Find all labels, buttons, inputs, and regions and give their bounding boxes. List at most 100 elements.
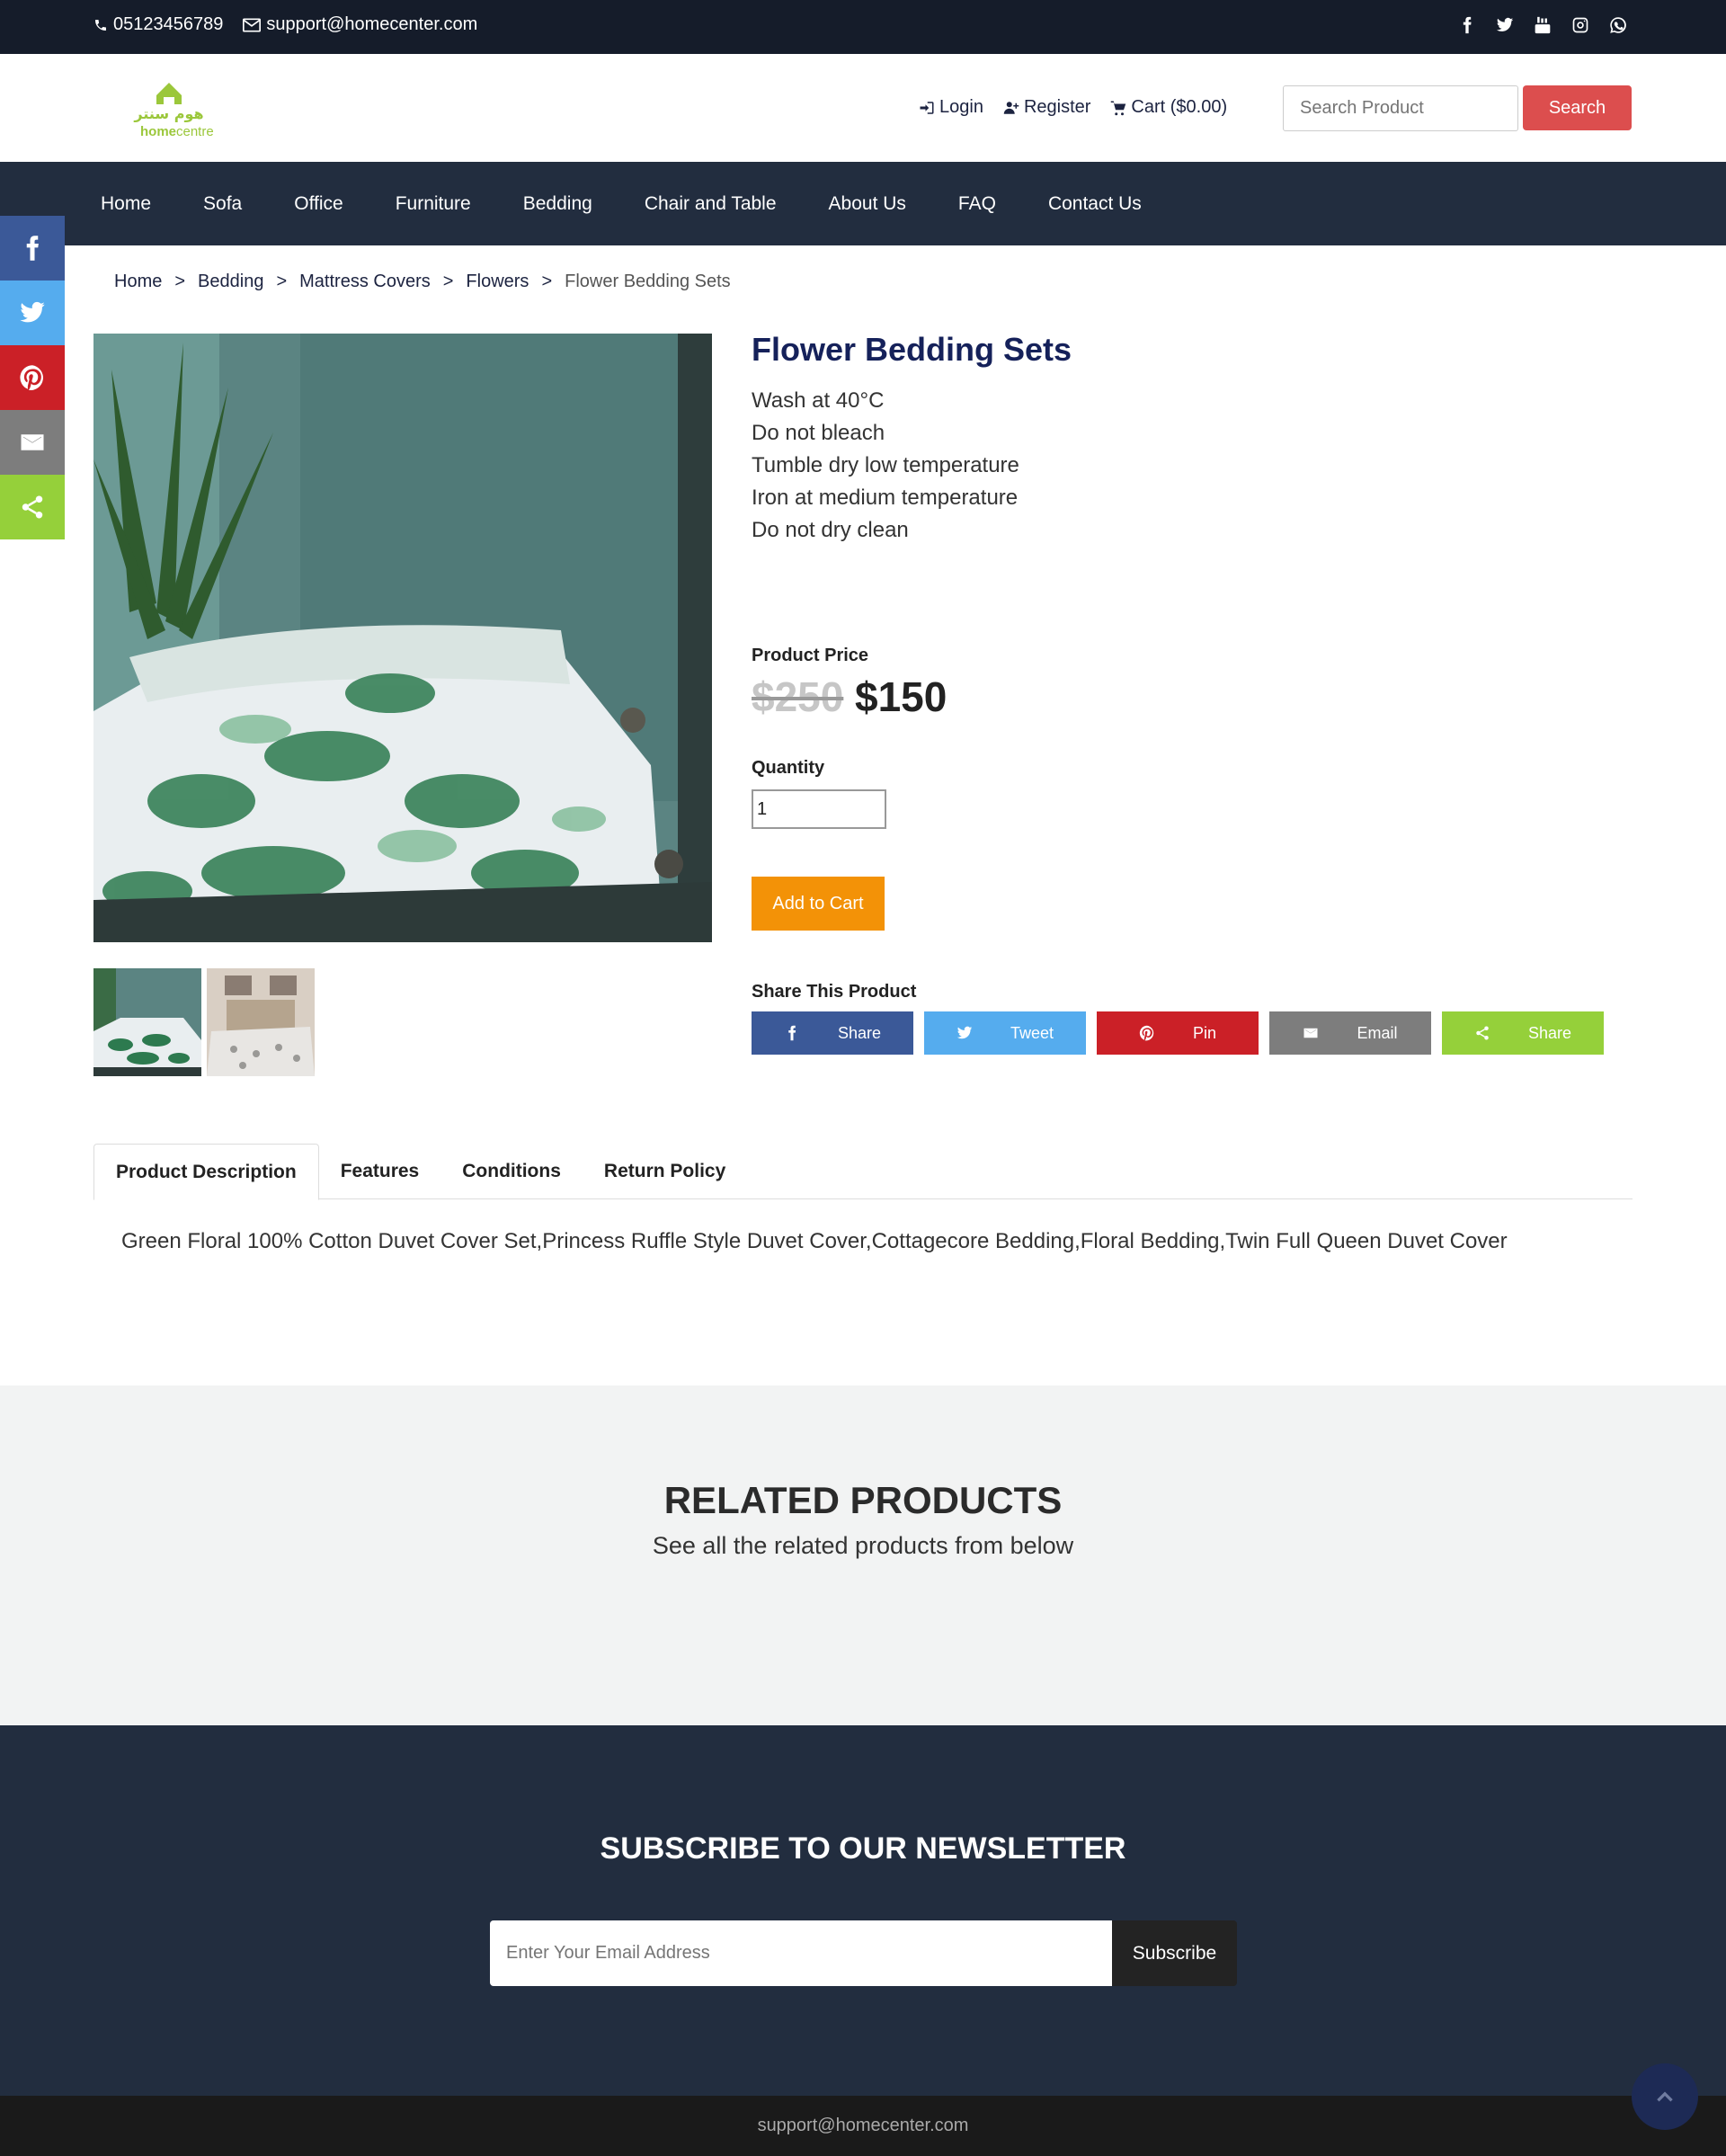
side-share-facebook[interactable] [0,216,65,281]
related-products-subtitle: See all the related products from below [652,1532,1074,1559]
tab-product-description[interactable]: Product Description [93,1144,319,1200]
breadcrumb-separator: > [174,272,186,291]
whatsapp-icon[interactable] [1609,16,1627,34]
youtube-icon[interactable] [1534,16,1552,34]
share-email-button[interactable]: Email [1269,1011,1431,1055]
share-buttons: Share Tweet Pin Email Share [752,1011,1604,1055]
tab-return-policy[interactable]: Return Policy [583,1144,747,1199]
user-plus-icon [1003,101,1019,114]
nav-item-about-us[interactable]: About Us [803,193,932,215]
register-label: Register [1023,97,1091,117]
login-label: Login [939,97,983,117]
nav-item-home[interactable]: Home [75,193,177,215]
share-facebook-label: Share [837,1023,882,1042]
phone-number: 05123456789 [113,14,224,34]
share-pinterest-button[interactable]: Pin [1097,1011,1259,1055]
price-label: Product Price [752,646,869,665]
site-logo[interactable]: هوم سنتر home centre [122,79,216,140]
share-twitter-button[interactable]: Tweet [924,1011,1086,1055]
old-price: $250 [752,673,844,720]
care-item: Do not bleach [752,421,885,445]
login-link[interactable]: Login [919,97,983,118]
quantity-label: Quantity [752,758,825,778]
subscribe-button[interactable]: Subscribe [1112,1920,1237,1986]
cart-icon [1111,101,1126,115]
scroll-to-top-button[interactable] [1632,2063,1698,2130]
twitter-icon [20,301,45,323]
phone-link[interactable]: 05123456789 [93,14,223,35]
related-products-section: RELATED PRODUCTS See all the related pro… [0,1385,1726,1725]
nav-item-furniture[interactable]: Furniture [369,193,497,215]
nav-item-contact-us[interactable]: Contact Us [1022,193,1168,215]
newsletter-title: SUBSCRIBE TO OUR NEWSLETTER [600,1831,1126,1866]
share-label: Share This Product [752,982,917,1002]
facebook-icon[interactable] [1458,16,1476,34]
product-thumbnail-2[interactable] [207,968,315,1076]
product-thumbnail-1[interactable] [93,968,201,1076]
breadcrumb-separator: > [541,272,553,291]
care-item: Do not dry clean [752,518,909,542]
phone-icon [95,19,106,31]
breadcrumb: Home > Bedding > Mattress Covers > Flowe… [114,272,731,292]
cart-link[interactable]: Cart ($0.00) [1110,97,1227,118]
envelope-icon [243,18,262,31]
account-links: Login Register Cart ($0.00) [919,97,1227,118]
share-generic-button[interactable]: Share [1442,1011,1604,1055]
care-item: Iron at medium temperature [752,486,1019,510]
tab-features[interactable]: Features [319,1144,441,1199]
floating-share-bar [0,216,65,539]
current-price: $150 [855,673,948,720]
main-nav: Home Sofa Office Furniture Bedding Chair… [0,162,1726,245]
share-twitter-label: Tweet [1010,1023,1054,1042]
care-item: Wash at 40°C [752,388,885,413]
footer-email[interactable]: support@homecenter.com [0,2116,1726,2136]
contact-info: 05123456789 support@homecenter.com [93,14,477,35]
search-button[interactable]: Search [1523,85,1632,130]
facebook-icon [26,236,39,261]
side-share-email[interactable] [0,410,65,475]
share-facebook-button[interactable]: Share [752,1011,913,1055]
breadcrumb-bedding[interactable]: Bedding [198,272,263,292]
register-link[interactable]: Register [1003,97,1090,118]
twitter-icon [956,1026,973,1039]
social-links [1458,16,1627,34]
twitter-icon[interactable] [1496,16,1514,34]
side-share-generic[interactable] [0,475,65,539]
share-generic-label: Share [1527,1023,1572,1042]
facebook-icon [788,1025,796,1041]
product-care-list: Wash at 40°C Do not bleach Tumble dry lo… [752,385,1019,547]
svg-text:centre: centre [176,124,214,139]
nav-item-faq[interactable]: FAQ [932,193,1022,215]
breadcrumb-flowers[interactable]: Flowers [466,272,529,292]
email-link[interactable]: support@homecenter.com [243,14,477,35]
email-icon [1303,1028,1318,1038]
add-to-cart-button[interactable]: Add to Cart [752,877,885,931]
product-description-text: Green Floral 100% Cotton Duvet Cover Set… [121,1229,1508,1253]
email-icon [21,434,44,450]
pinterest-icon [1139,1025,1154,1041]
nav-item-sofa[interactable]: Sofa [177,193,268,215]
nav-item-chair-and-table[interactable]: Chair and Table [618,193,803,215]
newsletter-email-input[interactable] [490,1920,1112,1986]
nav-item-bedding[interactable]: Bedding [497,193,618,215]
sign-in-icon [920,101,934,114]
breadcrumb-current: Flower Bedding Sets [565,272,731,291]
chevron-up-icon [1657,2091,1673,2102]
side-share-pinterest[interactable] [0,345,65,410]
quantity-input[interactable] [752,789,886,829]
share-icon [22,495,43,519]
instagram-icon[interactable] [1571,16,1589,34]
product-main-image[interactable] [93,334,712,942]
product-title: Flower Bedding Sets [752,331,1072,368]
breadcrumb-mattress-covers[interactable]: Mattress Covers [299,272,431,292]
site-footer: support@homecenter.com [0,2096,1726,2156]
care-item: Tumble dry low temperature [752,453,1019,477]
search-input[interactable] [1283,85,1518,131]
share-email-label: Email [1357,1023,1398,1042]
side-share-twitter[interactable] [0,281,65,345]
nav-item-office[interactable]: Office [268,193,369,215]
related-products-title: RELATED PRODUCTS [663,1479,1063,1521]
tab-conditions[interactable]: Conditions [440,1144,583,1199]
breadcrumb-home[interactable]: Home [114,272,162,292]
support-email: support@homecenter.com [266,14,478,34]
